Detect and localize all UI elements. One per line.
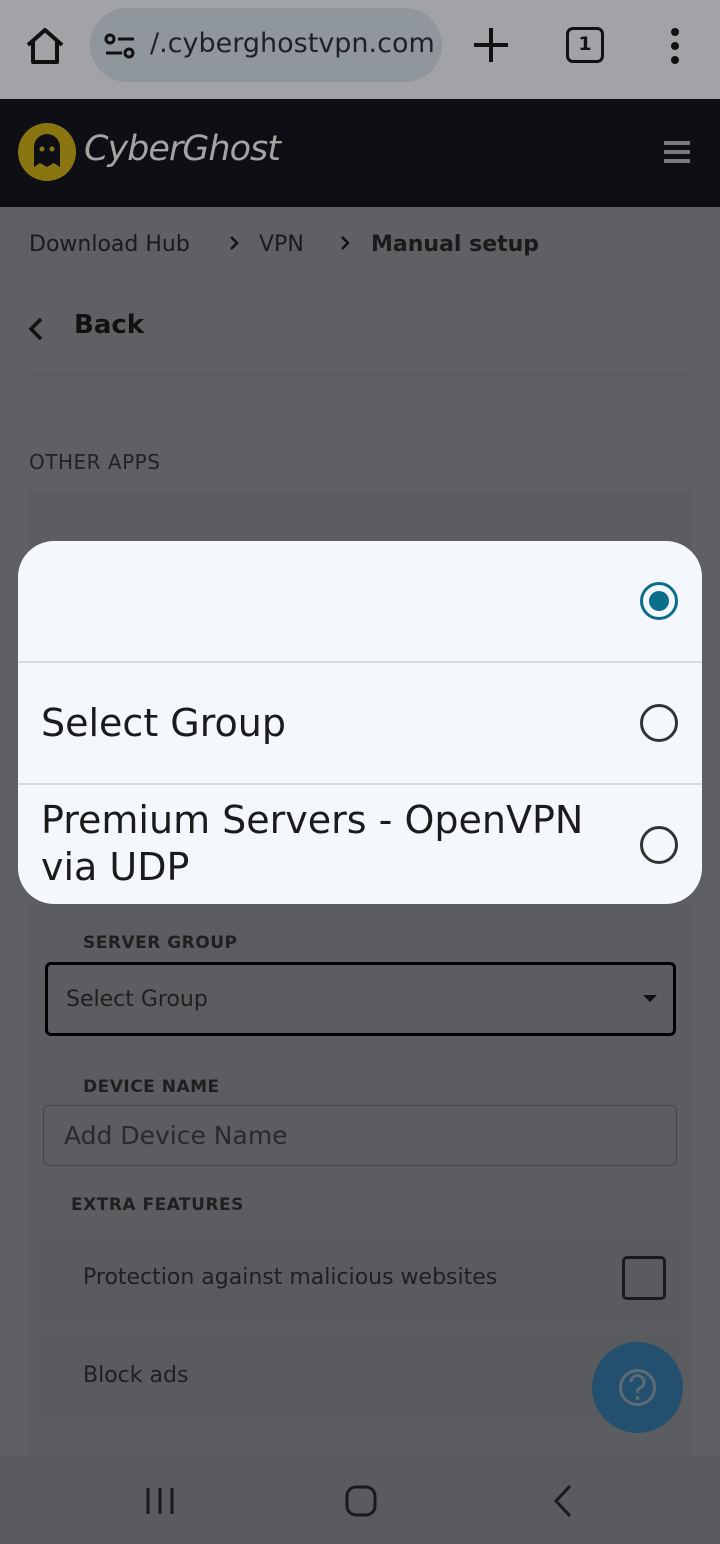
feature-row-block-ads[interactable]: Block ads <box>42 1334 678 1418</box>
home-icon[interactable] <box>24 26 66 66</box>
more-options-icon[interactable] <box>660 26 690 66</box>
chevron-right-icon <box>341 236 350 250</box>
back-label: Back <box>74 310 145 340</box>
breadcrumb-vpn[interactable]: VPN <box>259 232 304 257</box>
radio-selected-icon[interactable] <box>640 582 678 620</box>
server-group-picker-dialog: Select Group Premium Servers - OpenVPN v… <box>18 541 702 904</box>
caret-down-icon <box>643 995 657 1002</box>
feature-checkbox[interactable] <box>622 1256 666 1300</box>
server-group-value: Select Group <box>66 987 208 1012</box>
new-tab-icon[interactable] <box>470 24 512 66</box>
recent-apps-icon[interactable] <box>144 1486 176 1516</box>
cyberghost-logo-icon[interactable] <box>18 123 76 181</box>
device-name-input[interactable] <box>43 1105 677 1166</box>
site-header: CyberGhost <box>0 99 720 207</box>
browser-toolbar: /.cyberghostvpn.com 1 <box>0 0 720 99</box>
picker-option-empty[interactable] <box>18 541 702 661</box>
brand-name: CyberGhost <box>84 129 281 169</box>
server-group-label: SERVER GROUP <box>83 933 238 953</box>
question-icon <box>619 1369 656 1406</box>
divider <box>28 374 692 375</box>
picker-option-select-group[interactable]: Select Group <box>18 663 702 783</box>
radio-unselected-icon[interactable] <box>640 704 678 742</box>
section-title: OTHER APPS <box>29 450 161 474</box>
url-text: /.cyberghostvpn.com <box>150 28 435 59</box>
menu-icon[interactable] <box>664 140 690 164</box>
chevron-right-icon <box>230 236 239 250</box>
tab-switcher-button[interactable]: 1 <box>566 27 604 63</box>
feature-row-malicious-protection[interactable]: Protection against malicious websites <box>42 1236 678 1320</box>
home-nav-icon[interactable] <box>344 1484 378 1518</box>
address-bar[interactable]: /.cyberghostvpn.com <box>90 8 442 82</box>
breadcrumb-manual-setup: Manual setup <box>371 232 540 257</box>
server-group-select[interactable]: Select Group <box>45 962 676 1036</box>
picker-option-label: Premium Servers - OpenVPN via UDP <box>41 798 584 889</box>
picker-option-premium-udp[interactable]: Premium Servers - OpenVPN via UDP <box>18 785 702 904</box>
picker-option-label: Select Group <box>41 701 286 745</box>
help-button[interactable] <box>592 1342 683 1433</box>
back-nav-icon[interactable] <box>551 1483 575 1519</box>
feature-label: Protection against malicious websites <box>83 1265 498 1290</box>
device-name-label: DEVICE NAME <box>83 1077 220 1097</box>
radio-unselected-icon[interactable] <box>640 826 678 864</box>
breadcrumb-download-hub[interactable]: Download Hub <box>29 232 190 257</box>
feature-label: Block ads <box>83 1363 189 1388</box>
extra-features-label: EXTRA FEATURES <box>71 1195 244 1215</box>
site-settings-icon[interactable] <box>104 32 136 60</box>
chevron-left-icon <box>28 317 43 341</box>
system-navigation-bar <box>0 1455 720 1544</box>
